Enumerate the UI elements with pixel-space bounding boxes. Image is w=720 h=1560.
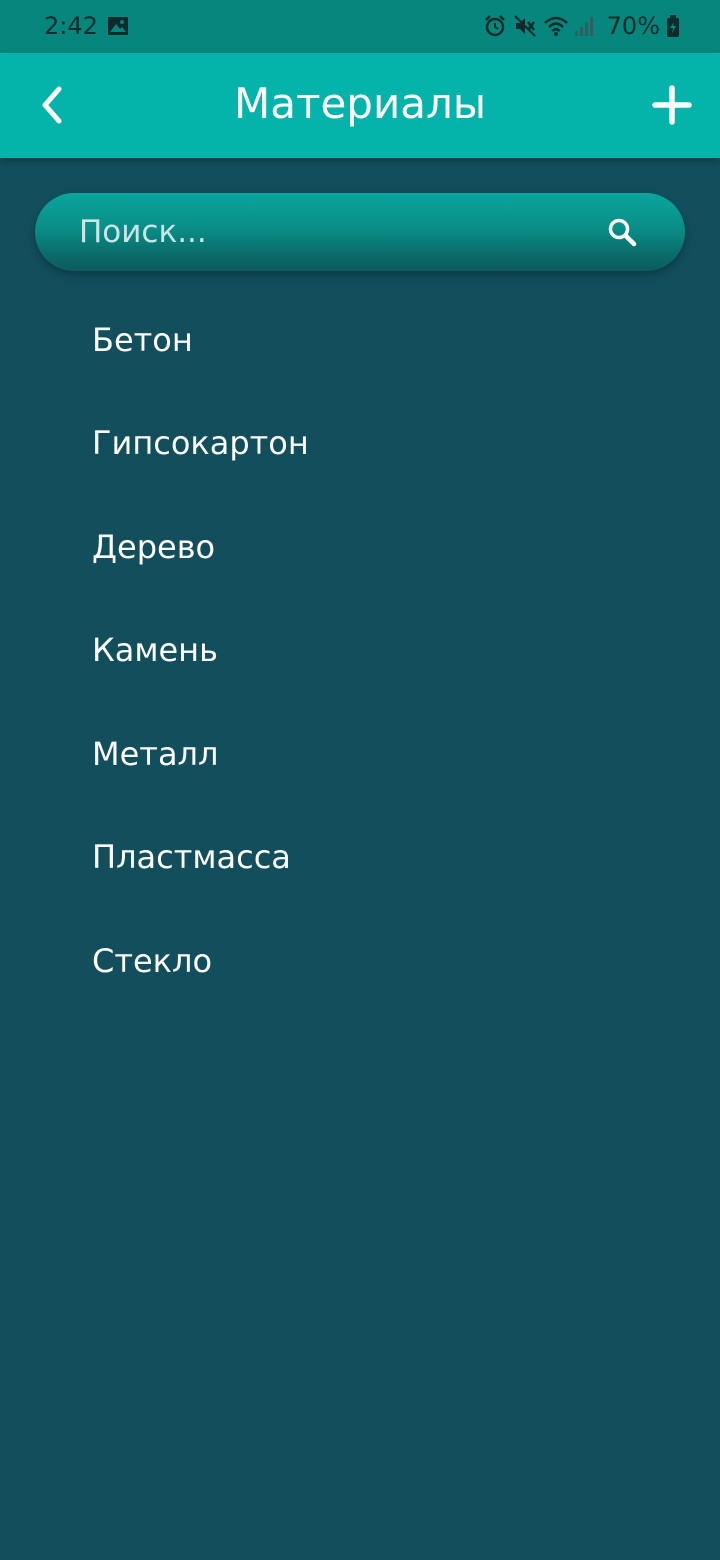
status-icons: 70% (483, 10, 680, 42)
search-input[interactable] (79, 193, 579, 271)
search-button[interactable] (603, 213, 641, 251)
list-item[interactable]: Пластмасса (0, 806, 720, 910)
search-bar (35, 193, 685, 271)
alarm-icon (483, 14, 507, 38)
page-title: Материалы (234, 79, 486, 128)
add-button[interactable] (642, 75, 702, 135)
materials-list: Бетон Гипсокартон Дерево Камень Металл П… (0, 288, 720, 1013)
image-icon (107, 15, 129, 37)
battery-icon (666, 14, 680, 38)
wifi-icon (543, 14, 568, 38)
app-bar: Материалы (0, 53, 720, 158)
mute-icon (513, 14, 537, 38)
list-item[interactable]: Дерево (0, 495, 720, 599)
list-item[interactable]: Металл (0, 702, 720, 806)
list-item[interactable]: Бетон (0, 288, 720, 392)
status-time: 2:42 (44, 12, 98, 40)
battery-level: 70% (606, 12, 660, 40)
signal-icon (573, 14, 597, 38)
status-bar: 2:42 70% (0, 0, 720, 53)
plus-icon (652, 85, 692, 125)
search-icon (608, 218, 637, 247)
list-item[interactable]: Гипсокартон (0, 392, 720, 496)
list-item[interactable]: Стекло (0, 909, 720, 1013)
list-item[interactable]: Камень (0, 599, 720, 703)
